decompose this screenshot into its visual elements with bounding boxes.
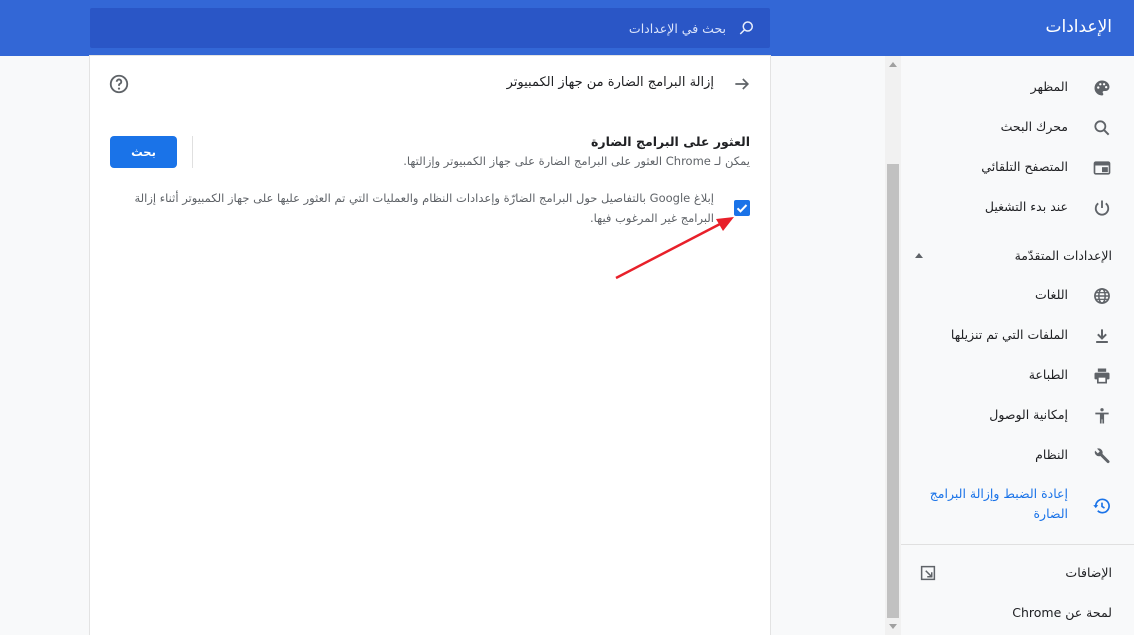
caret-up-icon	[915, 253, 923, 258]
section-description: يمكن لـ Chrome العثور على البرامج الضارة…	[403, 154, 750, 168]
sidebar-item-label: النظام	[1035, 447, 1068, 462]
sidebar-item-appearance[interactable]: المظهر	[901, 68, 1134, 108]
sidebar-item-accessibility[interactable]: إمكانية الوصول	[901, 396, 1134, 436]
sidebar-item-about-chrome[interactable]: لمحة عن Chrome	[1012, 605, 1112, 620]
restore-icon	[1093, 498, 1110, 514]
vertical-divider	[192, 136, 193, 168]
download-icon	[1096, 329, 1108, 343]
sidebar: المظهر محرك البحث المتصفح التلقائي عند ب…	[901, 56, 1134, 635]
sidebar-item-label: اللغات	[1034, 287, 1068, 302]
sidebar-item-label: إمكانية الوصول	[989, 407, 1068, 422]
print-icon	[1094, 368, 1110, 384]
app-title: الإعدادات	[1045, 17, 1112, 37]
top-bar: الإعدادات	[0, 0, 1134, 56]
find-malware-button[interactable]: بحث	[110, 136, 177, 168]
subpage-header: إزالة البرامج الضارة من جهاز الكمبيوتر	[90, 56, 770, 112]
annotation-arrow	[615, 217, 734, 280]
section-title: العثور على البرامج الضارة	[591, 134, 750, 149]
search-input[interactable]	[126, 8, 726, 48]
sidebar-item-extensions[interactable]: الإضافات	[1065, 565, 1112, 580]
sidebar-item-label: محرك البحث	[1000, 119, 1068, 134]
sidebar-divider	[901, 544, 1134, 545]
help-icon[interactable]	[108, 73, 130, 95]
scroll-thumb[interactable]	[887, 164, 899, 618]
sidebar-item-on-startup[interactable]: عند بدء التشغيل	[901, 188, 1134, 228]
sidebar-item-label: المتصفح التلقائي	[981, 159, 1068, 174]
sidebar-item-label: إعادة الضبط وإزالة البرامج الضارة	[929, 486, 1068, 521]
open-in-new-icon[interactable]	[919, 564, 937, 582]
palette-icon	[1094, 80, 1110, 96]
wrench-icon	[1094, 448, 1110, 464]
browser-icon	[1093, 161, 1111, 175]
advanced-settings-label: الإعدادات المتقدّمة	[1014, 248, 1112, 263]
sidebar-item-label: المظهر	[1030, 79, 1068, 94]
globe-icon	[1094, 288, 1110, 304]
sidebar-item-printing[interactable]: الطباعة	[901, 356, 1134, 396]
sidebar-item-languages[interactable]: اللغات	[901, 276, 1134, 316]
accessibility-icon	[1095, 408, 1109, 424]
sidebar-item-label: عند بدء التشغيل	[984, 199, 1068, 214]
sidebar-item-search-engine[interactable]: محرك البحث	[901, 108, 1134, 148]
scrollbar[interactable]	[885, 56, 901, 635]
sidebar-advanced-toggle[interactable]: الإعدادات المتقدّمة	[901, 236, 1134, 276]
sidebar-item-default-browser[interactable]: المتصفح التلقائي	[901, 148, 1134, 188]
subpage-title: إزالة البرامج الضارة من جهاز الكمبيوتر	[506, 75, 714, 90]
sidebar-item-downloads[interactable]: الملفات التي تم تنزيلها	[901, 316, 1134, 356]
search-icon[interactable]	[738, 19, 756, 37]
sidebar-item-label: الملفات التي تم تنزيلها	[950, 327, 1068, 342]
search-icon	[1094, 120, 1110, 136]
sidebar-item-label: الطباعة	[1028, 367, 1068, 382]
settings-card: إزالة البرامج الضارة من جهاز الكمبيوتر ا…	[90, 56, 770, 635]
sidebar-item-reset-cleanup[interactable]: إعادة الضبط وإزالة البرامج الضارة	[901, 484, 1134, 528]
back-arrow-icon[interactable]	[732, 74, 752, 94]
power-icon	[1094, 200, 1110, 216]
scroll-up-arrow-icon[interactable]	[889, 62, 897, 67]
scroll-down-arrow-icon[interactable]	[889, 624, 897, 629]
search-box[interactable]	[90, 8, 770, 48]
sidebar-item-system[interactable]: النظام	[901, 436, 1134, 476]
